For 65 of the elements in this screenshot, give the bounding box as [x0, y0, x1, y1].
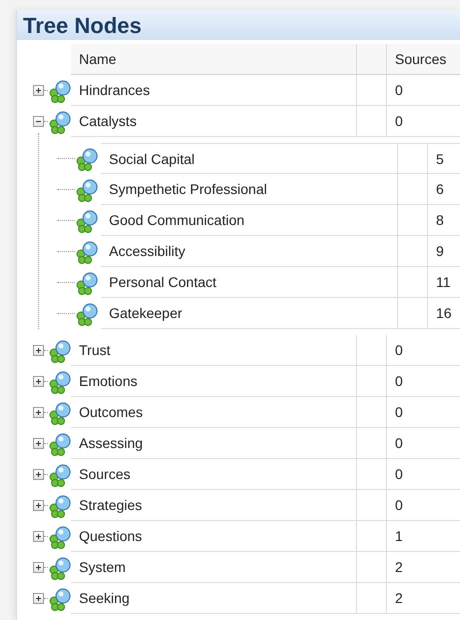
node-name[interactable]: Good Communication	[101, 205, 398, 236]
node-name[interactable]: Trust	[71, 335, 357, 366]
sources-count: 0	[387, 106, 460, 137]
sources-count: 0	[387, 459, 460, 490]
sources-count: 1	[387, 521, 460, 552]
sources-count: 0	[387, 397, 460, 428]
node-icon	[48, 432, 72, 456]
node-icon	[48, 78, 72, 102]
expand-toggle[interactable]	[33, 593, 44, 604]
sources-count: 0	[387, 366, 460, 397]
node-name[interactable]: Catalysts	[71, 106, 357, 137]
sources-count: 2	[387, 583, 460, 614]
sources-count: 16	[428, 298, 460, 329]
expand-toggle[interactable]	[33, 376, 44, 387]
expand-toggle[interactable]	[33, 407, 44, 418]
panel-title: Tree Nodes	[17, 10, 460, 40]
node-name[interactable]: Assessing	[71, 428, 357, 459]
expand-toggle[interactable]	[33, 438, 44, 449]
node-name[interactable]: Emotions	[71, 366, 357, 397]
expand-toggle[interactable]	[33, 531, 44, 542]
node-icon	[48, 462, 72, 486]
sources-count: 5	[428, 143, 460, 174]
sources-count: 0	[387, 75, 460, 106]
node-icon	[48, 338, 72, 362]
node-name[interactable]: Questions	[71, 521, 357, 552]
sources-count: 9	[428, 236, 460, 267]
sources-count: 8	[428, 205, 460, 236]
node-name[interactable]: Strategies	[71, 490, 357, 521]
expand-toggle[interactable]	[33, 500, 44, 511]
sources-count: 6	[428, 174, 460, 205]
node-name[interactable]: Hindrances	[71, 75, 357, 106]
node-name[interactable]: Personal Contact	[101, 267, 398, 298]
node-icon	[48, 556, 72, 580]
node-name[interactable]: Outcomes	[71, 397, 357, 428]
expand-toggle[interactable]	[33, 469, 44, 480]
node-name[interactable]: Sources	[71, 459, 357, 490]
node-icon	[75, 240, 99, 264]
sources-count: 2	[387, 552, 460, 583]
node-name[interactable]: Social Capital	[101, 143, 398, 174]
collapse-toggle[interactable]	[33, 116, 44, 127]
node-name[interactable]: Seeking	[71, 583, 357, 614]
node-icon	[75, 146, 99, 170]
node-name[interactable]: Accessibility	[101, 236, 398, 267]
node-icon	[48, 494, 72, 518]
column-header[interactable]: Name	[71, 44, 357, 75]
node-icon	[48, 586, 72, 610]
sources-count: 0	[387, 490, 460, 521]
sources-count: 0	[387, 335, 460, 366]
node-icon	[75, 178, 99, 202]
expand-toggle[interactable]	[33, 345, 44, 356]
node-icon	[75, 208, 99, 232]
node-icon	[48, 110, 72, 134]
sources-count: 11	[428, 267, 460, 298]
node-name[interactable]: Gatekeeper	[101, 298, 398, 329]
expand-toggle[interactable]	[33, 85, 44, 96]
sources-count: 0	[387, 428, 460, 459]
node-name[interactable]: System	[71, 552, 357, 583]
expand-toggle[interactable]	[33, 562, 44, 573]
node-icon	[75, 270, 99, 294]
column-header[interactable]: Sources	[387, 44, 460, 75]
node-name[interactable]: Sympethetic Professional	[101, 174, 398, 205]
node-icon	[75, 302, 99, 326]
node-icon	[48, 400, 72, 424]
node-icon	[48, 524, 72, 548]
node-icon	[48, 370, 72, 394]
